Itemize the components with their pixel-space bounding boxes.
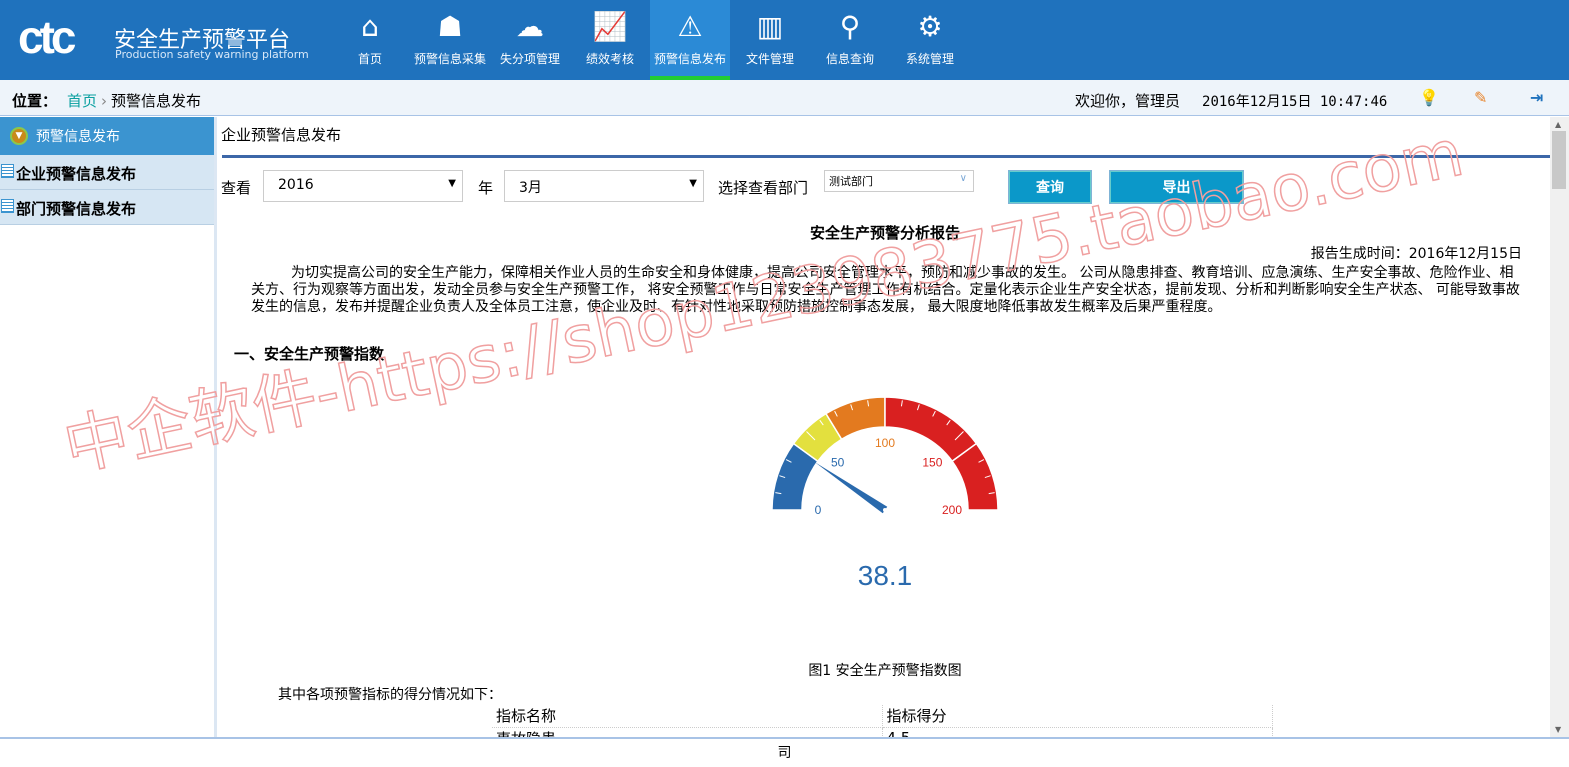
scrollbar[interactable]: ▲ ▼ [1550,117,1569,737]
binders-icon: ▥ [756,10,784,43]
chevron-down-icon: ∨ [959,173,967,184]
nav-item-home[interactable]: ⌂ 首页 [330,0,410,80]
sidebar-item-label: 部门预警信息发布 [16,200,137,218]
table-cell: 4.5 [882,727,1273,737]
report-paragraph: 为切实提高公司的安全生产能力，保障相关作业人员的生命安全和身体健康，提高公司安全… [251,265,1520,315]
gauge-tick-label: 50 [831,456,845,470]
column-header: 指标得分 [882,705,1273,728]
main-nav: ⌂ 首页 ☗ 预警信息采集 ☁ 失分项管理 📈 绩效考核 ⚠ 预警信息发布 ▥ 文件管理 ⚲ 信息查询 ⚙ 系… [330,0,970,80]
nav-item-chart[interactable]: 📈 绩效考核 [570,0,650,80]
gauge-pivot [883,508,887,512]
nav-item-cloud[interactable]: ☁ 失分项管理 [490,0,570,80]
nav-item-org-chart[interactable]: ☗ 预警信息采集 [410,0,490,80]
report-time: 报告生成时间：2016年12月15日 [1310,246,1522,262]
gauge-value: 38.1 [858,560,913,591]
month-value: 3月 [519,180,542,196]
breadcrumb-current: 预警信息发布 [111,92,202,110]
sidebar: ▼ 预警信息发布 企业预警信息发布 部门预警信息发布 [0,117,217,737]
collapse-icon: ▼ [10,127,28,145]
table-cell: 事故隐患 [492,727,883,737]
table-intro: 其中各项预警指标的得分情况如下： [278,687,502,703]
scroll-thumb[interactable] [1552,131,1566,189]
dropdown-arrow-icon: ▼ [448,178,456,189]
list-icon [1,199,14,213]
nav-item-binders[interactable]: ▥ 文件管理 [730,0,810,80]
section-heading: 一、安全生产预警指数 [234,345,385,363]
breadcrumb: 位置： 首页 › 预警信息发布 [12,90,201,111]
nav-label: 信息查询 [825,52,874,66]
welcome-text: 欢迎你，管理员 [1075,92,1181,110]
datetime: 2016年12月15日 10:47:46 [1202,94,1388,110]
filter-bar: 查看 2016 ▼ 年 3月 ▼ 选择查看部门 测试部门 ∨ 查询 导出 [221,170,1550,204]
logo-mark: ctc [18,11,77,63]
score-table: 指标名称指标得分 事故隐患4.5 [492,705,1273,737]
breadcrumb-separator: › [101,92,108,110]
month-select[interactable]: 3月 ▼ [504,170,704,202]
chart-icon: 📈 [592,10,628,43]
top-bar: ctc 安全生产预警平台 Production safety warning p… [0,0,1569,80]
nav-item-warning[interactable]: ⚠ 预警信息发布 [650,0,730,80]
footer: 司 [0,737,1569,767]
dept-select[interactable]: 测试部门 ∨ [824,170,974,192]
nav-label: 预警信息发布 [653,52,726,66]
sidebar-item-label: 企业预警信息发布 [16,165,137,183]
query-button[interactable]: 查询 [1008,170,1092,204]
nav-item-search[interactable]: ⚲ 信息查询 [810,0,890,80]
nav-label: 系统管理 [905,52,954,66]
dropdown-arrow-icon: ▼ [689,178,697,189]
gauge-tick-label: 200 [942,503,962,517]
nav-label: 首页 [357,52,382,66]
year-select[interactable]: 2016 ▼ [263,170,463,202]
cloud-icon: ☁ [516,10,544,43]
list-icon [1,164,14,178]
sidebar-item-department[interactable]: 部门预警信息发布 [0,190,214,225]
logout-icon[interactable]: ⇥ [1530,88,1543,107]
export-button[interactable]: 导出 [1109,170,1244,204]
nav-label: 预警信息采集 [413,52,486,66]
nav-item-gear[interactable]: ⚙ 系统管理 [890,0,970,80]
warning-icon: ⚠ [677,10,703,43]
page-title: 企业预警信息发布 [221,126,342,144]
nav-label: 绩效考核 [585,52,634,66]
divider [222,155,1550,158]
gauge-tick-label: 100 [875,436,895,450]
table-row: 事故隐患4.5 [492,727,1273,737]
breadcrumb-bar: 位置： 首页 › 预警信息发布 欢迎你，管理员 2016年12月15日 10:47:46… [0,80,1569,116]
column-header: 指标名称 [492,705,883,728]
app-subtitle: Production safety warning platform [115,48,309,61]
gear-icon: ⚙ [917,10,943,43]
scroll-down-icon[interactable]: ▼ [1555,725,1561,734]
pencil-icon[interactable]: ✎ [1474,88,1487,107]
gauge-band [884,396,978,463]
lightbulb-icon[interactable]: 💡 [1419,88,1439,107]
year-value: 2016 [278,177,314,193]
dept-label: 选择查看部门 [718,179,809,197]
dept-value: 测试部门 [829,175,873,188]
breadcrumb-label: 位置： [12,92,58,110]
nav-label: 失分项管理 [499,52,560,66]
year-label: 年 [478,179,494,197]
breadcrumb-home-link[interactable]: 首页 [67,92,97,110]
gauge-tick-label: 0 [815,503,822,517]
search-icon: ⚲ [839,10,861,43]
scroll-up-icon[interactable]: ▲ [1555,120,1561,129]
sidebar-item-enterprise[interactable]: 企业预警信息发布 [0,155,214,190]
report-title: 安全生产预警分析报告 [809,224,960,242]
figure-caption: 图1 安全生产预警指数图 [808,663,962,679]
org-chart-icon: ☗ [437,10,463,43]
table-header-row: 指标名称 指标得分 [492,705,1273,728]
gauge-needle [814,462,888,514]
user-info: 欢迎你，管理员 2016年12月15日 10:47:46 [1075,90,1387,111]
main-content: 企业预警信息发布 查看 2016 ▼ 年 3月 ▼ 选择查看部门 测试部门 ∨ 查询 … [220,117,1550,737]
nav-label: 文件管理 [745,52,794,66]
sidebar-header-label: 预警信息发布 [36,129,120,145]
gauge-chart: 0 50 100 150 200 38.1 [771,396,999,591]
view-label: 查看 [221,179,252,197]
gauge-tick-label: 150 [922,456,942,470]
sidebar-header[interactable]: ▼ 预警信息发布 [0,117,214,155]
home-icon: ⌂ [361,10,379,43]
